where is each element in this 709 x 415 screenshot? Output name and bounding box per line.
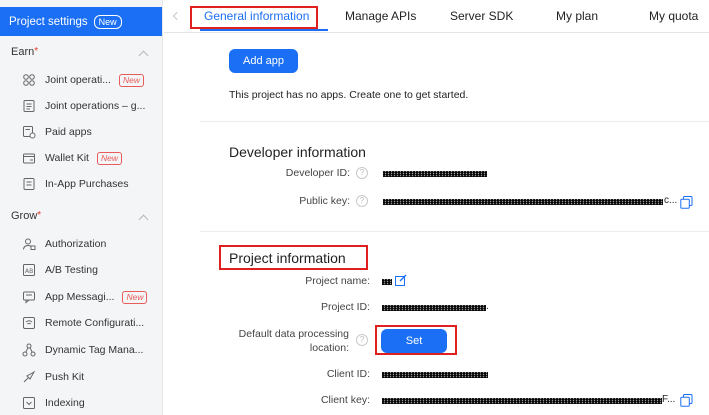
group-earn-label[interactable]: Earn* [11, 46, 38, 58]
client-key-label: Client key: [320, 394, 370, 406]
public-key-label: Public key: [299, 195, 350, 207]
sidebar-item-in-app-purchases[interactable]: In-App Purchases [0, 171, 162, 197]
divider [200, 231, 709, 232]
project-name-value [382, 279, 392, 285]
chevron-left-icon[interactable] [172, 11, 182, 21]
client-key-truncation: F... [662, 394, 676, 405]
sidebar-item-app-messaging[interactable]: App Messagi... New [0, 284, 162, 310]
tab-general-information[interactable]: General information [204, 9, 309, 23]
wallet-icon [22, 151, 36, 165]
sidebar-item-label: Paid apps [45, 126, 92, 138]
sidebar-item-label: Authorization [45, 238, 107, 250]
sidebar-item-label: Wallet Kit [45, 152, 89, 164]
sidebar-item-dynamic-tag-manager[interactable]: Dynamic Tag Mana... [0, 337, 162, 363]
edit-icon[interactable] [395, 274, 407, 286]
sidebar-item-paid-apps[interactable]: Paid apps [0, 119, 162, 145]
project-id-label: Project ID: [320, 301, 370, 313]
set-location-button[interactable]: Set [381, 329, 447, 353]
divider [200, 121, 709, 122]
tab-bar: General information Manage APIs Server S… [164, 0, 709, 33]
joint-operations-icon [22, 73, 36, 87]
sidebar-item-joint-operations[interactable]: Joint operati... New [0, 67, 162, 93]
sidebar-item-remote-configuration[interactable]: Remote Configurati... [0, 310, 162, 336]
add-app-button[interactable]: Add app [229, 49, 298, 73]
project-settings-header[interactable]: Project settings New [0, 7, 162, 36]
sidebar-item-push-kit[interactable]: Push Kit [0, 364, 162, 390]
public-key-value [383, 199, 663, 205]
sidebar-item-label: Push Kit [45, 371, 85, 383]
required-star: * [37, 210, 42, 221]
active-tab-indicator [200, 29, 328, 31]
indexing-icon [22, 396, 36, 410]
project-id-suffix: . [486, 301, 489, 312]
chevron-up-icon[interactable] [138, 50, 149, 61]
sidebar-item-joint-operations-guide[interactable]: Joint operations – g... [0, 93, 162, 119]
chevron-up-icon[interactable] [138, 214, 149, 225]
project-settings-label: Project settings [9, 15, 88, 28]
sidebar-item-wallet-kit[interactable]: Wallet Kit New [0, 145, 162, 171]
location-label-line2: location: [309, 342, 349, 354]
copy-icon[interactable] [680, 196, 693, 209]
public-key-truncation: c... [664, 195, 678, 206]
sidebar-item-label: Dynamic Tag Mana... [45, 344, 144, 356]
sidebar-item-label: App Messagi... [45, 291, 115, 303]
new-badge: New [93, 14, 122, 29]
paid-apps-icon [22, 125, 36, 139]
tab-server-sdk[interactable]: Server SDK [450, 9, 513, 23]
authorization-icon [22, 237, 36, 251]
help-icon[interactable]: ? [356, 334, 368, 346]
tab-my-plan[interactable]: My plan [556, 9, 598, 23]
developer-id-value [383, 171, 487, 177]
group-earn-text: Earn [11, 46, 35, 58]
sidebar-item-authorization[interactable]: Authorization [0, 231, 162, 257]
location-label-line1: Default data processing [238, 328, 349, 340]
tab-my-quota[interactable]: My quota [649, 9, 698, 23]
tab-manage-apis[interactable]: Manage APIs [345, 9, 416, 23]
new-badge: New [122, 290, 148, 304]
new-badge: New [118, 73, 144, 87]
ab-testing-icon: AB [22, 263, 36, 277]
sidebar-item-indexing[interactable]: Indexing [0, 390, 162, 415]
group-grow-text: Grow [11, 210, 38, 222]
document-icon [22, 99, 36, 113]
page: Project settings New Earn* Joint operati… [0, 0, 709, 415]
sidebar-item-label: Joint operati... [45, 74, 111, 86]
developer-id-label: Developer ID: [285, 167, 350, 179]
group-grow-label[interactable]: Grow* [11, 210, 41, 222]
help-icon[interactable]: ? [356, 195, 368, 207]
push-icon [22, 370, 36, 384]
project-info-title: Project information [229, 250, 346, 266]
no-apps-message: This project has no apps. Create one to … [229, 89, 469, 101]
copy-icon[interactable] [680, 394, 693, 407]
project-name-label: Project name: [305, 275, 370, 287]
sidebar-item-label: Indexing [45, 397, 85, 409]
required-star: * [34, 46, 39, 57]
remote-config-icon [22, 316, 36, 330]
developer-info-title: Developer information [229, 144, 366, 160]
client-key-value [382, 398, 662, 404]
sidebar-item-label: Remote Configurati... [45, 317, 145, 329]
client-id-label: Client ID: [326, 368, 370, 380]
sidebar-item-label: In-App Purchases [45, 178, 129, 190]
project-id-value [382, 305, 486, 311]
main-content: Add app This project has no apps. Create… [164, 33, 709, 415]
sidebar-item-label: A/B Testing [45, 264, 98, 276]
client-id-value [382, 372, 488, 378]
purchase-icon [22, 177, 36, 191]
message-icon [22, 290, 36, 304]
sidebar-item-ab-testing[interactable]: AB A/B Testing [0, 257, 162, 283]
sidebar: Project settings New Earn* Joint operati… [0, 0, 163, 415]
help-icon[interactable]: ? [356, 167, 368, 179]
sidebar-item-label: Joint operations – g... [45, 100, 146, 112]
new-badge: New [96, 151, 122, 165]
tag-manager-icon [22, 343, 36, 357]
svg-text:AB: AB [25, 268, 33, 275]
